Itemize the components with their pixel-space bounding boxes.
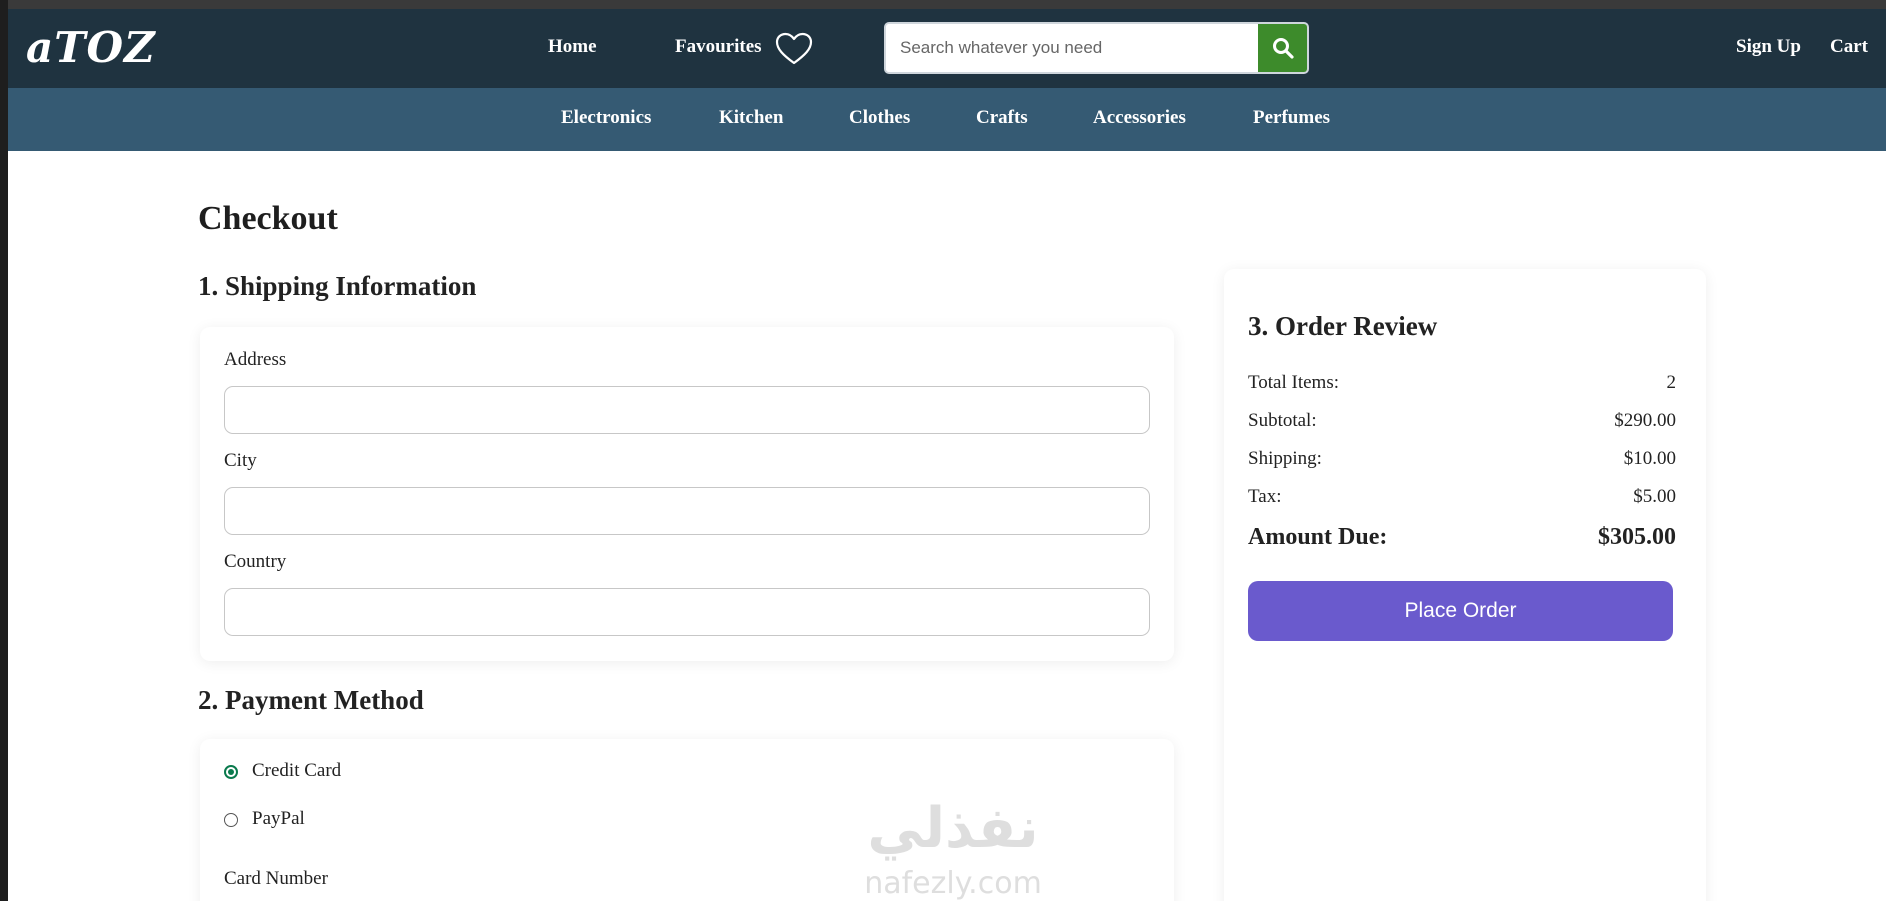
- category-crafts[interactable]: Crafts: [976, 107, 1028, 129]
- browser-top-strip: [0, 0, 1886, 9]
- city-label: City: [224, 450, 257, 471]
- country-input[interactable]: [224, 588, 1150, 636]
- search-button[interactable]: [1258, 24, 1307, 72]
- country-label: Country: [224, 551, 287, 572]
- search-icon: [1272, 38, 1294, 59]
- subtotal-label: Subtotal:: [1248, 410, 1317, 431]
- paypal-radio[interactable]: [224, 813, 238, 827]
- tax-label: Tax:: [1248, 486, 1282, 507]
- page: aTOZ Home Favourites Sign Up Cart Electr…: [8, 9, 1886, 901]
- nav-favourites-link[interactable]: Favourites: [675, 36, 762, 58]
- payment-heading: 2. Payment Method: [198, 685, 424, 715]
- shipping-heading: 1. Shipping Information: [198, 271, 477, 301]
- site-logo[interactable]: aTOZ: [26, 23, 156, 72]
- amount-due-label: Amount Due:: [1248, 524, 1388, 550]
- category-perfumes[interactable]: Perfumes: [1253, 107, 1330, 129]
- total-items-value: 2: [1666, 372, 1677, 393]
- search-bar: [884, 22, 1309, 74]
- shipping-cost-value: $10.00: [1623, 448, 1676, 469]
- nafezly-watermark: نفذلي nafezly.com: [864, 796, 1042, 901]
- card-number-label: Card Number: [224, 868, 328, 889]
- paypal-label[interactable]: PayPal: [252, 808, 305, 830]
- sign-up-link[interactable]: Sign Up: [1736, 36, 1801, 58]
- subtotal-value: $290.00: [1614, 410, 1676, 431]
- heart-icon[interactable]: [775, 32, 813, 66]
- search-input[interactable]: [886, 24, 1258, 72]
- shipping-cost-label: Shipping:: [1248, 448, 1322, 469]
- tax-value: $5.00: [1633, 486, 1676, 507]
- cart-link[interactable]: Cart: [1830, 36, 1868, 58]
- page-title: Checkout: [198, 200, 338, 237]
- total-items-label: Total Items:: [1248, 372, 1340, 393]
- credit-card-label[interactable]: Credit Card: [252, 760, 341, 782]
- top-navbar: aTOZ Home Favourites Sign Up Cart: [8, 9, 1886, 88]
- browser-left-strip: [0, 0, 8, 901]
- watermark-arabic-text: نفذلي: [867, 796, 1038, 861]
- order-review-heading: 3. Order Review: [1248, 311, 1438, 341]
- order-review-card: 3. Order Review Total Items: 2 Subtotal:…: [1224, 269, 1706, 901]
- address-label: Address: [224, 349, 287, 370]
- address-input[interactable]: [224, 386, 1150, 434]
- credit-card-radio[interactable]: [224, 765, 238, 779]
- nav-home-link[interactable]: Home: [548, 36, 597, 58]
- category-electronics[interactable]: Electronics: [561, 107, 651, 129]
- city-input[interactable]: [224, 487, 1150, 535]
- place-order-button[interactable]: Place Order: [1248, 581, 1673, 641]
- watermark-latin-text: nafezly.com: [864, 866, 1042, 901]
- category-clothes[interactable]: Clothes: [849, 107, 910, 129]
- amount-due-value: $305.00: [1598, 524, 1676, 550]
- category-accessories[interactable]: Accessories: [1093, 107, 1186, 129]
- category-bar: Electronics Kitchen Clothes Crafts Acces…: [8, 88, 1886, 151]
- shipping-card: Address City Country: [200, 327, 1174, 661]
- category-kitchen[interactable]: Kitchen: [719, 107, 783, 129]
